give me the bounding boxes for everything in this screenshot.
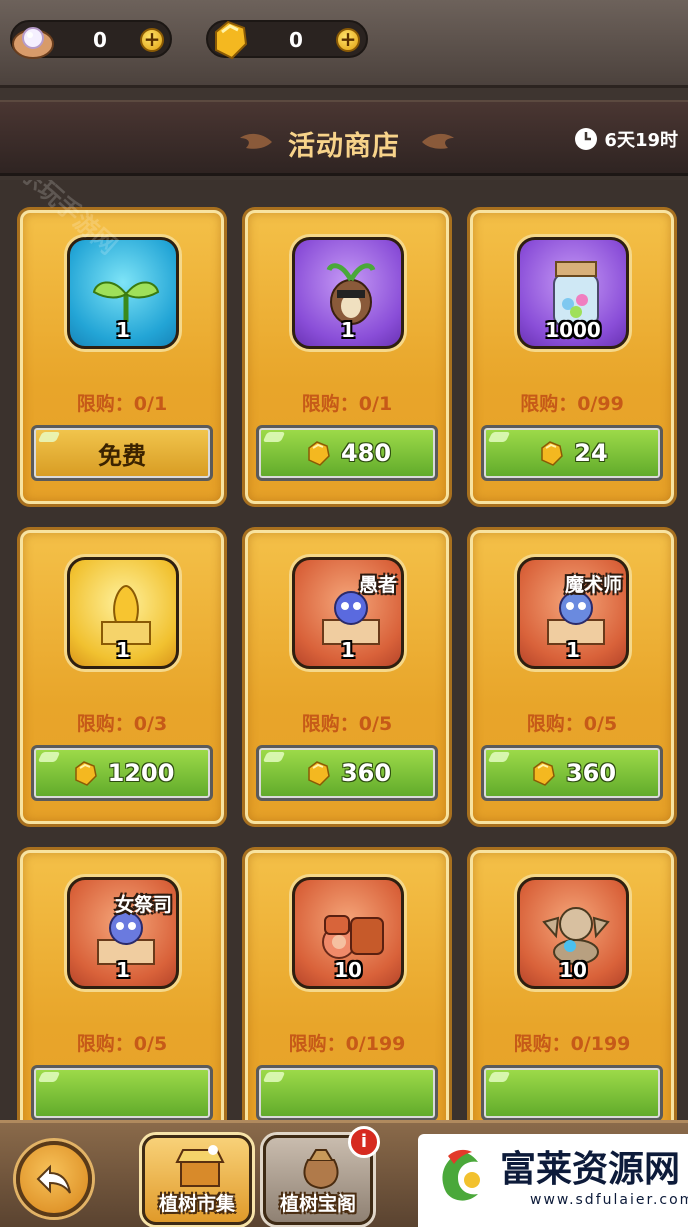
gem-currency: 0 + — [206, 20, 368, 60]
price-label: 360 — [340, 759, 392, 787]
button-shine — [487, 432, 511, 442]
item-tag: 愚者 — [358, 574, 397, 596]
price-label: 480 — [340, 439, 392, 467]
buy-button[interactable] — [31, 1065, 213, 1120]
pearl-currency: 0 + — [10, 20, 172, 59]
brand-watermark: 富莱资源网 www.sdfulaier.com — [418, 1134, 688, 1227]
timer-text: 6天19时 — [604, 130, 678, 151]
gem-count: 0 — [289, 28, 303, 52]
shop-card[interactable]: 1000 限购：0/99 24 — [470, 210, 674, 504]
button-shine — [262, 432, 286, 442]
shop-card[interactable]: 1 限购：0/1 480 — [245, 210, 449, 504]
pearl-icon — [12, 27, 54, 59]
price-label: 24 — [574, 439, 608, 467]
button-shine — [37, 752, 61, 762]
item-quantity: 10 — [334, 958, 362, 982]
treasure-bag-icon — [303, 1149, 339, 1190]
shop-header: 活动商店 6天19时 — [0, 100, 688, 176]
shop-card[interactable]: 10 限购：0/199 — [245, 850, 449, 1120]
item-quantity: 1 — [116, 958, 130, 982]
item-slot[interactable]: 1000 — [517, 237, 629, 349]
button-shine — [262, 752, 286, 762]
item-quantity: 1 — [116, 638, 130, 662]
purchase-limit: 限购：0/199 — [513, 1033, 631, 1055]
item-slot[interactable]: 10 — [517, 877, 629, 989]
item-quantity: 1 — [341, 638, 355, 662]
add-pearl-button[interactable]: + — [140, 28, 164, 52]
currency-bar: 0 + 0 + — [0, 0, 688, 88]
buy-button[interactable]: 480 — [256, 425, 438, 481]
purchase-limit: 限购：0/5 — [301, 713, 393, 735]
item-quantity: 1 — [566, 638, 580, 662]
button-shine — [487, 1072, 511, 1082]
brand-logo-icon — [442, 1149, 480, 1201]
buy-button[interactable] — [256, 1065, 438, 1120]
shop-card[interactable]: 1 限购：0/1 免费 — [20, 210, 224, 504]
gold-gem-icon — [533, 761, 555, 786]
ornament-right-icon — [422, 133, 454, 149]
buy-button[interactable] — [481, 1065, 663, 1120]
item-slot[interactable]: 女祭司 1 — [67, 877, 179, 989]
purchase-limit: 限购：0/1 — [301, 393, 393, 415]
gold-gem-icon — [308, 761, 330, 786]
purchase-limit: 限购：0/199 — [288, 1033, 406, 1055]
shop-card[interactable]: 1 限购：0/3 1200 — [20, 530, 224, 824]
item-slot[interactable]: 10 — [292, 877, 404, 989]
buy-button[interactable]: 360 — [256, 745, 438, 801]
buy-button[interactable]: 免费 — [31, 425, 213, 481]
price-label: 免费 — [98, 441, 146, 470]
brand-url: www.sdfulaier.com — [530, 1192, 688, 1208]
tree-treasure-label: 植树宝阁 — [279, 1193, 356, 1215]
gold-gem-icon — [74, 761, 97, 786]
shop-card[interactable]: 女祭司 1 限购：0/5 — [20, 850, 224, 1120]
shop-card[interactable]: 10 限购：0/199 — [470, 850, 674, 1120]
gold-gem-icon — [541, 441, 564, 466]
buy-button[interactable]: 24 — [481, 425, 663, 481]
market-stall-icon — [175, 1145, 225, 1187]
shop-card[interactable]: 愚者 1 限购：0/5 360 — [245, 530, 449, 824]
item-tag: 魔术师 — [564, 574, 622, 596]
button-shine — [262, 1072, 286, 1082]
shop-card[interactable]: 魔术师 1 限购：0/5 360 — [470, 530, 674, 824]
info-badge[interactable]: i — [348, 1126, 380, 1158]
item-slot[interactable]: 1 — [67, 557, 179, 669]
item-slot[interactable]: 1 — [67, 237, 179, 349]
purchase-limit: 限购：0/5 — [76, 1033, 168, 1055]
shop-grid: 1 限购：0/1 免费 1 限购：0/1 480 1000 限购：0/99 24… — [0, 180, 688, 1120]
item-slot[interactable]: 愚者 1 — [292, 557, 404, 669]
purchase-limit: 限购：0/3 — [76, 713, 168, 735]
button-shine — [37, 432, 61, 442]
tree-market-label: 植树市集 — [158, 1193, 235, 1215]
price-label: 360 — [565, 759, 617, 787]
back-button[interactable] — [16, 1141, 92, 1217]
purchase-limit: 限购：0/99 — [520, 393, 624, 415]
brand-name: 富莱资源网 — [500, 1148, 681, 1190]
price-label: 1200 — [107, 759, 175, 787]
gold-gem-icon — [308, 441, 330, 466]
purchase-limit: 限购：0/1 — [76, 393, 168, 415]
item-slot[interactable]: 1 — [292, 237, 404, 349]
gold-gem-icon — [215, 20, 248, 60]
item-quantity: 1 — [341, 318, 355, 342]
add-gem-button[interactable]: + — [336, 28, 360, 52]
pearl-count: 0 — [93, 28, 107, 52]
button-shine — [487, 752, 511, 762]
back-arrow-icon — [36, 1164, 71, 1194]
item-tag: 女祭司 — [114, 894, 172, 916]
purchase-limit: 限购：0/5 — [526, 713, 618, 735]
tree-market-button[interactable]: 植树市集 — [142, 1135, 252, 1225]
buy-button[interactable]: 1200 — [31, 745, 213, 801]
clock-icon — [575, 128, 598, 150]
button-shine — [37, 1072, 61, 1082]
item-slot[interactable]: 魔术师 1 — [517, 557, 629, 669]
buy-button[interactable]: 360 — [481, 745, 663, 801]
item-quantity: 1 — [116, 318, 130, 342]
shop-timer: 6天19时 — [574, 126, 678, 152]
item-quantity: 10 — [559, 958, 587, 982]
item-quantity: 1000 — [545, 318, 601, 342]
